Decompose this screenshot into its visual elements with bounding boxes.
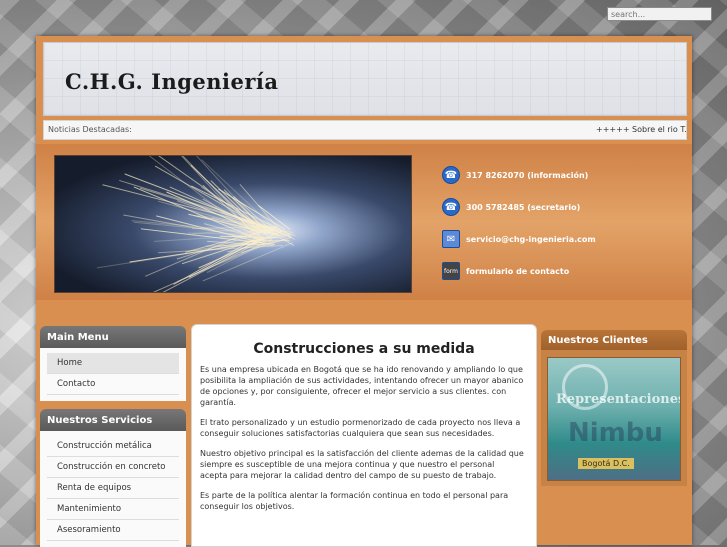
menu-item-contacto[interactable]: Contacto bbox=[47, 374, 179, 395]
right-sidebar: Nuestros Clientes Representaciones Nimbu… bbox=[541, 330, 687, 486]
main-content: Construcciones a su medida Es una empres… bbox=[191, 324, 537, 547]
contact-email[interactable]: ✉ servicio@chg-ingenieria.com bbox=[442, 223, 596, 255]
contact-text: formulario de contacto bbox=[466, 266, 570, 276]
client-image-text: Bogotá D.C. bbox=[578, 458, 634, 469]
banner: ☎ 317 8262070 (información) ☎ 300 578248… bbox=[36, 144, 692, 300]
client-image-text: Nimbu bbox=[568, 418, 663, 448]
content-paragraph: El trato personalizado y un estudio porm… bbox=[200, 418, 521, 438]
phone-icon: ☎ bbox=[442, 166, 460, 184]
news-ticker[interactable]: +++++ Sobre el rio T... bbox=[596, 125, 686, 134]
contact-phone-info[interactable]: ☎ 317 8262070 (información) bbox=[442, 159, 596, 191]
contact-list: ☎ 317 8262070 (información) ☎ 300 578248… bbox=[442, 159, 596, 287]
main-menu: Home Contacto bbox=[40, 348, 186, 401]
content-paragraph: Nuestro objetivo principal es la satisfa… bbox=[200, 449, 524, 480]
services-menu-title: Nuestros Servicios bbox=[40, 409, 186, 431]
phone-icon: ☎ bbox=[442, 198, 460, 216]
site-title[interactable]: C.H.G. Ingeniería bbox=[65, 69, 279, 94]
welding-sparks-photo bbox=[54, 155, 412, 293]
client-image-text: Representaciones bbox=[556, 392, 681, 407]
menu-item-home[interactable]: Home bbox=[47, 353, 179, 374]
contact-text: servicio@chg-ingenieria.com bbox=[466, 234, 596, 244]
content-paragraph: Es parte de la política alentar la forma… bbox=[200, 491, 509, 511]
mail-icon: ✉ bbox=[442, 230, 460, 248]
search-input[interactable] bbox=[607, 7, 712, 21]
menu-item-construccion-metalica[interactable]: Construcción metálica bbox=[47, 436, 179, 457]
contact-phone-secretary[interactable]: ☎ 300 5782485 (secretario) bbox=[442, 191, 596, 223]
site-header: C.H.G. Ingeniería bbox=[43, 42, 687, 116]
content-paragraph: Es una empresa ubicada en Bogotá que se … bbox=[200, 365, 524, 407]
news-bar: Noticias Destacadas: +++++ Sobre el rio … bbox=[43, 120, 687, 140]
contact-text: 317 8262070 (información) bbox=[466, 170, 589, 180]
menu-item-renta-equipos[interactable]: Renta de equipos bbox=[47, 478, 179, 499]
content-body: Es una empresa ubicada en Bogotá que se … bbox=[200, 364, 524, 521]
main-menu-title: Main Menu bbox=[40, 326, 186, 348]
contact-form-link[interactable]: form formulario de contacto bbox=[442, 255, 596, 287]
content-heading: Construcciones a su medida bbox=[253, 341, 475, 357]
menu-item-asesoramiento[interactable]: Asesoramiento bbox=[47, 520, 179, 541]
page-container: C.H.G. Ingeniería Noticias Destacadas: +… bbox=[36, 36, 692, 547]
clients-panel: Representaciones Nimbu Bogotá D.C. bbox=[541, 350, 687, 486]
clients-title: Nuestros Clientes bbox=[541, 330, 687, 350]
form-icon: form bbox=[442, 262, 460, 280]
client-logo-image[interactable]: Representaciones Nimbu Bogotá D.C. bbox=[547, 357, 681, 481]
left-sidebar: Main Menu Home Contacto Nuestros Servici… bbox=[40, 326, 186, 547]
services-menu: Construcción metálica Construcción en co… bbox=[40, 431, 186, 547]
news-label: Noticias Destacadas: bbox=[48, 125, 132, 134]
contact-text: 300 5782485 (secretario) bbox=[466, 202, 581, 212]
menu-item-mantenimiento[interactable]: Mantenimiento bbox=[47, 499, 179, 520]
menu-item-construccion-concreto[interactable]: Construcción en concreto bbox=[47, 457, 179, 478]
